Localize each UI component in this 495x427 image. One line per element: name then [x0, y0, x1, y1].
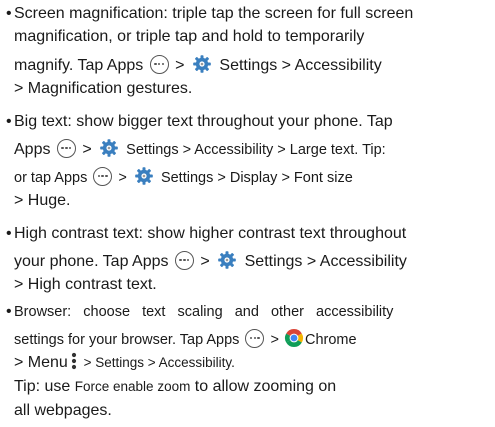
bullet: •	[6, 113, 12, 130]
text-line: your phone. Tap Apps > Settings > Access…	[14, 250, 492, 273]
bullet: •	[6, 225, 12, 242]
text-line: > High contrast text.	[14, 276, 157, 293]
apps-icon	[245, 329, 265, 348]
text-line: Apps > Settings > Accessibility > Large …	[14, 138, 492, 161]
apps-icon	[93, 167, 113, 186]
text-line: Big text: show bigger text throughout yo…	[14, 113, 393, 130]
text-line: Browser: choose text scaling and other a…	[14, 304, 394, 320]
text-line: or tap Apps > Settings > Display > Font …	[14, 166, 492, 189]
text-line: settings for your browser. Tap Apps > Ch…	[14, 328, 492, 351]
text-line: > Magnification gestures.	[14, 80, 193, 97]
apps-icon	[56, 139, 76, 158]
gear-icon	[193, 55, 211, 73]
text-line: all webpages.	[14, 402, 112, 419]
text-line: Screen magnification: triple tap the scr…	[14, 5, 414, 22]
bullet: •	[6, 5, 12, 22]
text-line: High contrast text: show higher contrast…	[14, 225, 407, 242]
accessibility-instructions-list: • Screen magnification: triple tap the s…	[0, 0, 495, 427]
text-line: Tip: use Force enable zoom to allow zoom…	[14, 378, 337, 395]
text-line: > Menu > Settings > Accessibility.	[14, 352, 235, 371]
menu-icon	[71, 352, 76, 370]
apps-icon	[174, 251, 194, 270]
chrome-icon	[284, 329, 303, 348]
gear-icon	[218, 251, 236, 269]
apps-icon	[149, 55, 169, 74]
text-line: magnification, or triple tap and hold to…	[14, 28, 365, 45]
gear-icon	[135, 167, 153, 185]
text-line: > Huge.	[14, 192, 71, 209]
text-line: magnify. Tap Apps > Settings > Accessibi…	[14, 54, 492, 77]
gear-icon	[100, 139, 118, 157]
bullet: •	[6, 303, 12, 320]
